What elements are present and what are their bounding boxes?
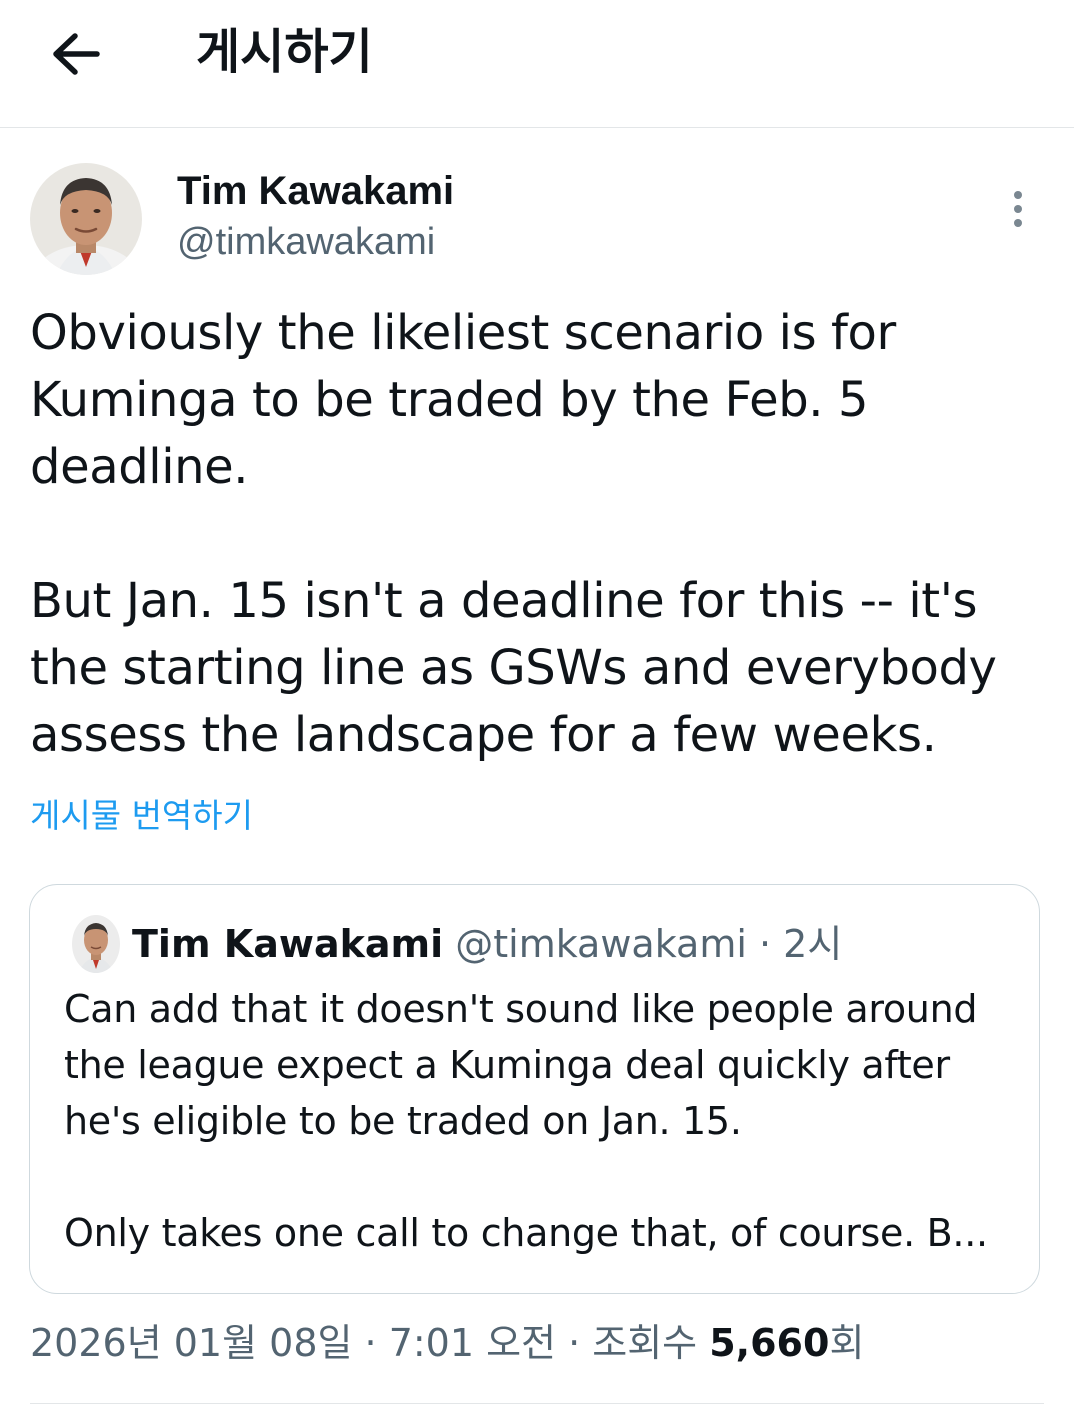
quoted-tweet-card[interactable]: Tim Kawakami @timkawakami · 2시 Can add t… [29, 884, 1040, 1294]
quote-header: Tim Kawakami @timkawakami · 2시 [132, 919, 842, 969]
page-title: 게시하기 [196, 24, 373, 80]
profile-photo [30, 163, 142, 275]
author-name[interactable]: Tim Kawakami [177, 167, 454, 215]
quote-author-handle: @timkawakami [455, 922, 747, 966]
quote-author-name: Tim Kawakami [132, 922, 444, 966]
translate-post-link[interactable]: 게시물 번역하기 [30, 795, 253, 837]
profile-photo [72, 915, 120, 973]
tweet-text: Obviously the likeliest scenario is for … [30, 305, 997, 763]
top-bar: 게시하기 [0, 0, 1074, 128]
back-button[interactable] [44, 22, 108, 86]
tweet-datetime: 2026년 01월 08일 · 7:01 오전 · 조회수 [30, 1321, 710, 1365]
quote-avatar [72, 915, 120, 973]
arrow-left-icon [53, 33, 100, 75]
more-vertical-icon [1014, 191, 1022, 227]
view-count-suffix: 회 [829, 1321, 865, 1365]
quote-text: Can add that it doesn't sound like peopl… [64, 987, 988, 1255]
divider [30, 1403, 1044, 1404]
quote-separator: · [746, 922, 784, 966]
avatar[interactable] [30, 163, 142, 275]
tweet-meta: 2026년 01월 08일 · 7:01 오전 · 조회수 5,660회 [30, 1318, 864, 1368]
author-handle[interactable]: @timkawakami [177, 219, 435, 265]
more-options-button[interactable] [996, 184, 1040, 234]
view-count: 5,660 [709, 1321, 830, 1365]
quote-timestamp: 2시 [783, 922, 843, 966]
